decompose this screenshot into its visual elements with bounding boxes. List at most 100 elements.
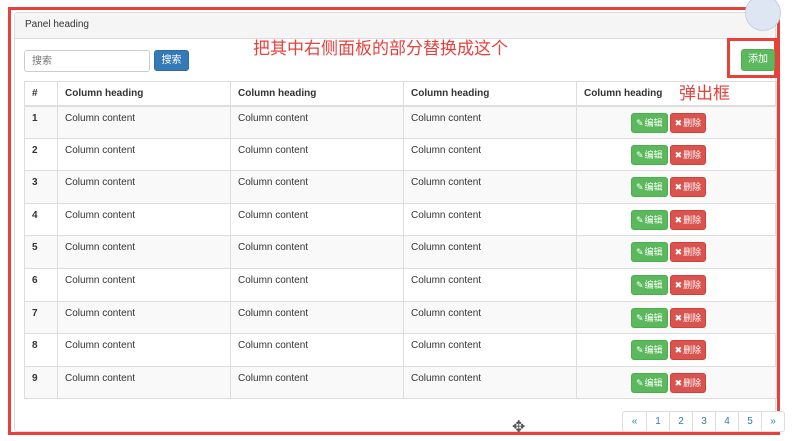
delete-label: 删除	[683, 312, 702, 323]
delete-button[interactable]: ✖删除	[669, 274, 707, 295]
delete-button[interactable]: ✖删除	[669, 372, 707, 393]
table-row: 2 Column content Column content Column cont…	[24, 137, 777, 172]
delete-label: 删除	[683, 247, 702, 258]
page-link[interactable]: 4	[715, 412, 738, 431]
row-number: 6	[24, 267, 58, 302]
delete-button[interactable]: ✖删除	[669, 177, 707, 198]
column-header: Column heading	[230, 81, 404, 107]
row-number: 1	[24, 105, 58, 139]
edit-button[interactable]: ✎编辑	[631, 242, 668, 263]
column-header: Column heading	[57, 81, 231, 107]
table-cell: Column content	[230, 333, 404, 367]
column-header: Column heading	[576, 81, 777, 107]
column-header-num: #	[24, 81, 58, 107]
delete-label: 删除	[683, 377, 702, 388]
remove-icon: ✖	[674, 312, 683, 323]
table-cell: Column content	[57, 365, 231, 400]
row-actions: ✎编辑 ✖删除	[576, 235, 777, 269]
edit-label: 编辑	[644, 377, 663, 388]
table-cell: Column content	[57, 170, 231, 204]
delete-button[interactable]: ✖删除	[669, 144, 707, 165]
row-actions: ✎编辑 ✖删除	[576, 300, 777, 335]
table-cell: Column content	[230, 300, 404, 335]
table-cell: Column content	[57, 202, 231, 237]
row-actions: ✎编辑 ✖删除	[576, 267, 777, 302]
edit-label: 编辑	[644, 182, 663, 193]
row-number: 9	[24, 365, 58, 400]
table-cell: Column content	[230, 105, 404, 139]
table-cell: Column content	[403, 202, 577, 237]
table-cell: Column content	[230, 365, 404, 400]
edit-button[interactable]: ✎编辑	[631, 112, 668, 133]
table-cell: Column content	[230, 235, 404, 269]
remove-icon: ✖	[674, 279, 683, 290]
pencil-icon: ✎	[636, 312, 644, 323]
page-next[interactable]: »	[761, 412, 784, 431]
row-actions: ✎编辑 ✖删除	[576, 105, 777, 139]
page-prev[interactable]: «	[623, 412, 646, 431]
table-row: 5 Column content Column content Column cont…	[24, 235, 777, 269]
table-row: 9 Column content Column content Column cont…	[24, 365, 777, 400]
data-table: # Column heading Column heading Column h…	[24, 81, 777, 400]
delete-button[interactable]: ✖删除	[669, 340, 707, 361]
delete-button[interactable]: ✖删除	[669, 242, 707, 263]
search-button[interactable]: 搜索	[154, 50, 189, 71]
page-link[interactable]: 2	[669, 412, 692, 431]
pencil-icon: ✎	[636, 279, 644, 290]
edit-label: 编辑	[644, 214, 663, 225]
delete-label: 删除	[683, 117, 702, 128]
table-cell: Column content	[403, 137, 577, 172]
delete-label: 删除	[683, 345, 702, 356]
edit-label: 编辑	[644, 149, 663, 160]
remove-icon: ✖	[674, 377, 683, 388]
edit-button[interactable]: ✎编辑	[631, 177, 668, 198]
edit-button[interactable]: ✎编辑	[631, 372, 668, 393]
table-cell: Column content	[230, 170, 404, 204]
page-link[interactable]: 1	[646, 412, 669, 431]
remove-icon: ✖	[674, 117, 683, 128]
row-number: 3	[24, 170, 58, 204]
page-link[interactable]: 3	[692, 412, 715, 431]
table-cell: Column content	[403, 170, 577, 204]
table-cell: Column content	[230, 202, 404, 237]
pencil-icon: ✎	[636, 247, 644, 258]
column-header: Column heading	[403, 81, 577, 107]
delete-button[interactable]: ✖删除	[669, 112, 707, 133]
table-cell: Column content	[57, 267, 231, 302]
table-cell: Column content	[57, 105, 231, 139]
add-button[interactable]: 添加	[741, 49, 775, 71]
row-number: 8	[24, 333, 58, 367]
pencil-icon: ✎	[636, 377, 644, 388]
edit-label: 编辑	[644, 279, 663, 290]
page-link[interactable]: 5	[738, 412, 761, 431]
table-row: 4 Column content Column content Column cont…	[24, 202, 777, 237]
remove-icon: ✖	[674, 149, 683, 160]
edit-button[interactable]: ✎编辑	[631, 307, 668, 328]
delete-button[interactable]: ✖删除	[669, 307, 707, 328]
search-input[interactable]	[24, 50, 150, 72]
table-cell: Column content	[403, 333, 577, 367]
delete-label: 删除	[683, 279, 702, 290]
remove-icon: ✖	[674, 247, 683, 258]
edit-button[interactable]: ✎编辑	[631, 209, 668, 230]
edit-button[interactable]: ✎编辑	[631, 274, 668, 295]
row-number: 4	[24, 202, 58, 237]
table-cell: Column content	[403, 267, 577, 302]
pencil-icon: ✎	[636, 117, 644, 128]
remove-icon: ✖	[674, 214, 683, 225]
row-number: 2	[24, 137, 58, 172]
delete-label: 删除	[683, 149, 702, 160]
move-cursor-icon: ✥	[512, 419, 526, 436]
edit-button[interactable]: ✎编辑	[631, 144, 668, 165]
row-actions: ✎编辑 ✖删除	[576, 170, 777, 204]
annotation-main-note: 把其中右侧面板的部分替换成这个	[253, 39, 508, 59]
table-cell: Column content	[230, 267, 404, 302]
row-number: 7	[24, 300, 58, 335]
table-cell: Column content	[57, 300, 231, 335]
pencil-icon: ✎	[636, 345, 644, 356]
remove-icon: ✖	[674, 182, 683, 193]
delete-button[interactable]: ✖删除	[669, 209, 707, 230]
edit-button[interactable]: ✎编辑	[631, 340, 668, 361]
pencil-icon: ✎	[636, 214, 644, 225]
remove-icon: ✖	[674, 345, 683, 356]
